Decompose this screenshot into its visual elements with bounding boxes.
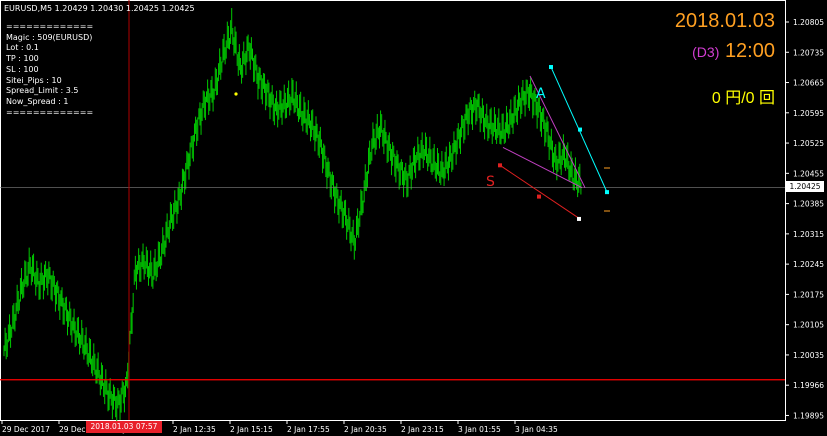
info-time: 12:00: [724, 40, 775, 62]
ea-info-panel: ============= Magic : 509(EURUSD) Lot : …: [6, 22, 93, 118]
info-period: (D3) 12:00: [692, 40, 775, 63]
red-point: [537, 194, 541, 199]
current-price-label: 1.20425: [786, 181, 824, 192]
info-date: 2018.01.03: [674, 10, 775, 32]
x-tick-label: 29 Dec 2017: [2, 425, 50, 434]
y-tick-label: 1.20805: [793, 18, 824, 27]
sell-marker: S: [486, 174, 495, 190]
x-tick-label: 3 Jan 04:35: [515, 425, 558, 434]
buy-marker: A: [536, 86, 546, 102]
info-timeframe: (D3): [692, 44, 720, 60]
ea-line-sitei: Sitei_Pips : 10: [6, 75, 62, 85]
red-point: [577, 216, 581, 221]
y-tick-label: 1.20595: [793, 109, 824, 118]
y-tick-label: 1.20385: [793, 200, 824, 209]
y-tick-label: 1.20315: [793, 230, 824, 239]
cyan-point: [605, 190, 609, 195]
x-tick-label: 2 Jan 15:15: [230, 425, 273, 434]
y-tick-label: 1.20525: [793, 139, 824, 148]
y-tick-label: 1.20245: [793, 260, 824, 269]
ea-line-now-spread: Now_Spread : 1: [6, 96, 69, 106]
ea-line-lot: Lot : 0.1: [6, 43, 39, 53]
y-tick-label: 1.20035: [793, 351, 824, 360]
y-tick-label: 1.19966: [793, 381, 824, 390]
ea-line-magic: Magic : 509(EURUSD): [6, 32, 93, 42]
price-chart[interactable]: 1.20805 1.20735 1.20665 1.20595 1.20525 1.204…: [0, 0, 827, 436]
red-trendline: [499, 164, 581, 220]
cyan-point: [549, 65, 553, 70]
ea-line-sl: SL : 100: [6, 64, 39, 74]
y-tick-label: 1.20735: [793, 48, 824, 57]
red-point: [498, 163, 502, 168]
chart-frame: [0, 0, 786, 421]
x-tick-label: 2 Jan 23:15: [401, 425, 444, 434]
y-tick-label: 1.20455: [793, 169, 824, 178]
y-tick-label: 1.20665: [793, 79, 824, 88]
x-tick-label: 2 Jan 17:55: [287, 425, 330, 434]
y-tick-label: 1.20105: [793, 321, 824, 330]
ea-line-tp: TP : 100: [6, 54, 39, 64]
selected-time-label: 2018.01.03 07:57: [86, 421, 162, 433]
x-tick-label: 2 Jan 12:35: [173, 425, 216, 434]
ea-line-spread-limit: Spread_Limit : 3.5: [6, 86, 79, 96]
cyan-point: [578, 127, 582, 132]
x-tick-label: 3 Jan 01:55: [458, 425, 501, 434]
symbol-header: EURUSD,M5 1.20429 1.20430 1.20425 1.2042…: [4, 4, 195, 13]
ea-line: =============: [6, 107, 94, 117]
y-tick-label: 1.20175: [793, 290, 824, 299]
entry-dot: [234, 92, 238, 96]
x-tick-label: 2 Jan 20:35: [344, 425, 387, 434]
info-profit: 0 円/0 回: [711, 90, 775, 107]
ea-line: =============: [6, 22, 94, 31]
y-tick-label: 1.19895: [793, 411, 824, 420]
